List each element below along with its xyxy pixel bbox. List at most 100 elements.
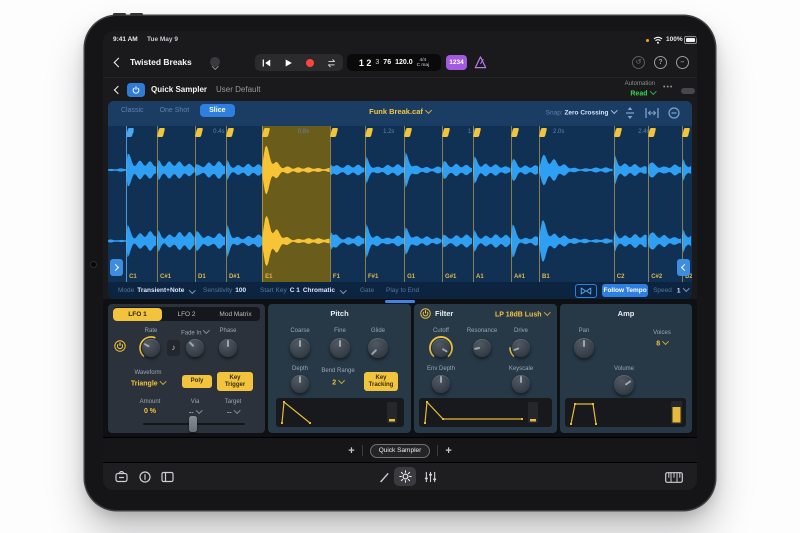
slice-marker-line[interactable]: [195, 126, 196, 282]
filter-power-icon[interactable]: [420, 308, 431, 319]
slice-marker-flag[interactable]: [365, 128, 373, 137]
slice-marker-flag[interactable]: [539, 128, 547, 137]
preset-name[interactable]: User Default: [216, 85, 260, 94]
lfo-tab-lfo-2[interactable]: LFO 2: [162, 308, 211, 321]
volume-knob[interactable]: [614, 375, 634, 395]
fit-width-icon[interactable]: [645, 107, 659, 119]
automation-mode[interactable]: Read: [598, 89, 655, 98]
slice-marker-flag[interactable]: [614, 128, 622, 137]
slice-marker-flag[interactable]: [473, 128, 481, 137]
vertical-zoom-icon[interactable]: [624, 106, 636, 120]
slice-marker-flag[interactable]: [404, 128, 412, 137]
lfo-tab-mod-matrix[interactable]: Mod Matrix: [211, 308, 260, 321]
phase-knob[interactable]: [219, 339, 237, 357]
project-menu-chevron[interactable]: [210, 57, 220, 67]
project-title[interactable]: Twisted Breaks: [130, 57, 192, 67]
poly-button[interactable]: Poly: [182, 375, 212, 388]
plugin-name[interactable]: Quick Sampler: [151, 85, 207, 94]
play-to-end-toggle[interactable]: Play to End: [386, 282, 419, 299]
target-value[interactable]: --: [227, 408, 239, 417]
more-options-icon[interactable]: •••: [663, 84, 673, 91]
glide-knob[interactable]: [368, 338, 388, 358]
play-icon[interactable]: [283, 58, 293, 68]
slice-marker-flag[interactable]: [682, 128, 690, 137]
gate-toggle[interactable]: Gate: [360, 282, 374, 299]
keyscale-knob[interactable]: [512, 375, 530, 393]
slice-marker-line[interactable]: [126, 126, 127, 282]
slice-marker-line[interactable]: [226, 126, 227, 282]
follow-tempo-button[interactable]: Follow Tempo: [602, 284, 648, 297]
slice-marker-line[interactable]: [262, 126, 263, 282]
undo-icon[interactable]: ↺: [632, 56, 645, 69]
coarse-knob[interactable]: [290, 338, 310, 358]
slice-marker-flag[interactable]: [157, 128, 165, 137]
slice-marker-line[interactable]: [473, 126, 474, 282]
slice-marker-flag[interactable]: [195, 128, 203, 137]
depth-knob[interactable]: [291, 375, 309, 393]
count-in-badge[interactable]: 1234: [446, 55, 467, 70]
lcd-display[interactable]: 1 2 3 76 120.0 4/4C maj: [347, 54, 441, 71]
record-icon[interactable]: [306, 59, 314, 67]
speed-value[interactable]: 1: [677, 286, 688, 295]
slice-marker-flag[interactable]: [648, 128, 656, 137]
slice-marker-line[interactable]: [157, 126, 158, 282]
key-tracking-button[interactable]: Key Tracking: [364, 372, 398, 391]
scroll-right-button[interactable]: [677, 259, 690, 276]
metronome-icon[interactable]: [473, 55, 488, 70]
rate-note-sync-button[interactable]: ♪: [167, 340, 180, 356]
slice-marker-flag[interactable]: [330, 128, 338, 137]
bend-range-value[interactable]: 2: [332, 378, 343, 387]
resonance-knob[interactable]: [473, 339, 491, 357]
slice-mode-param[interactable]: ModeTransient+Note: [118, 282, 195, 299]
cutoff-knob[interactable]: [432, 339, 450, 357]
scroll-indicator[interactable]: [385, 300, 415, 303]
waveform-value[interactable]: Triangle: [131, 379, 165, 388]
inspector-icon[interactable]: [139, 471, 151, 483]
slice-marker-line[interactable]: [404, 126, 405, 282]
slice-marker-flag[interactable]: [262, 128, 270, 137]
sensitivity-param[interactable]: Sensitivity100: [203, 282, 246, 299]
drive-knob[interactable]: [512, 339, 530, 357]
amp-envelope-display[interactable]: [565, 398, 686, 427]
slice-marker-flag[interactable]: [511, 128, 519, 137]
minus-circle-icon[interactable]: –: [676, 56, 689, 69]
rate-knob[interactable]: [142, 339, 160, 357]
mixer-icon[interactable]: [424, 471, 437, 483]
go-to-beginning-icon[interactable]: [261, 58, 271, 68]
snap-control[interactable]: Snap: Zero Crossing: [546, 108, 616, 117]
slice-marker-line[interactable]: [648, 126, 649, 282]
start-key-param[interactable]: Start KeyC 1Chromatic: [260, 282, 346, 299]
pencil-tool-icon[interactable]: [379, 472, 390, 483]
amount-slider-handle[interactable]: [189, 416, 197, 432]
help-icon[interactable]: ?: [654, 56, 667, 69]
quick-sampler-tab[interactable]: Quick Sampler: [370, 444, 431, 458]
filter-preset[interactable]: LP 18dB Lush: [495, 310, 549, 319]
zoom-out-icon[interactable]: [668, 107, 680, 119]
slice-marker-line[interactable]: [511, 126, 512, 282]
pan-knob[interactable]: [574, 338, 594, 358]
filter-envelope-display[interactable]: [419, 398, 552, 427]
fade-in-knob[interactable]: [186, 339, 204, 357]
slice-marker-line[interactable]: [365, 126, 366, 282]
add-plugin-right-button[interactable]: +: [445, 445, 451, 457]
slice-marker-line[interactable]: [539, 126, 540, 282]
lfo-tab-lfo-1[interactable]: LFO 1: [113, 308, 162, 321]
slice-marker-line[interactable]: [330, 126, 331, 282]
slice-marker-flag[interactable]: [442, 128, 450, 137]
waveform-display[interactable]: 0s0.4s0.8s1.2s1.6s2.0s2.4sC1C#1D1D#1E1F1…: [108, 126, 692, 282]
add-plugin-left-button[interactable]: +: [348, 445, 354, 457]
slice-marker-line[interactable]: [614, 126, 615, 282]
sidebar-toggle-icon[interactable]: [161, 471, 174, 483]
controls-view-button[interactable]: [394, 467, 416, 486]
scroll-left-button[interactable]: [110, 259, 123, 276]
env-depth-knob[interactable]: [432, 375, 450, 393]
pitch-envelope-display[interactable]: [276, 398, 404, 427]
plugin-back-chevron-icon[interactable]: [114, 86, 122, 94]
lfo-power-icon[interactable]: [114, 340, 126, 352]
plugin-power-button[interactable]: [127, 83, 145, 97]
voices-value[interactable]: 8: [656, 339, 667, 348]
keyboard-icon[interactable]: [665, 472, 683, 483]
slice-marker-flag[interactable]: [226, 128, 234, 137]
browser-icon[interactable]: [115, 471, 128, 483]
crossfade-loop-button[interactable]: [575, 284, 597, 298]
